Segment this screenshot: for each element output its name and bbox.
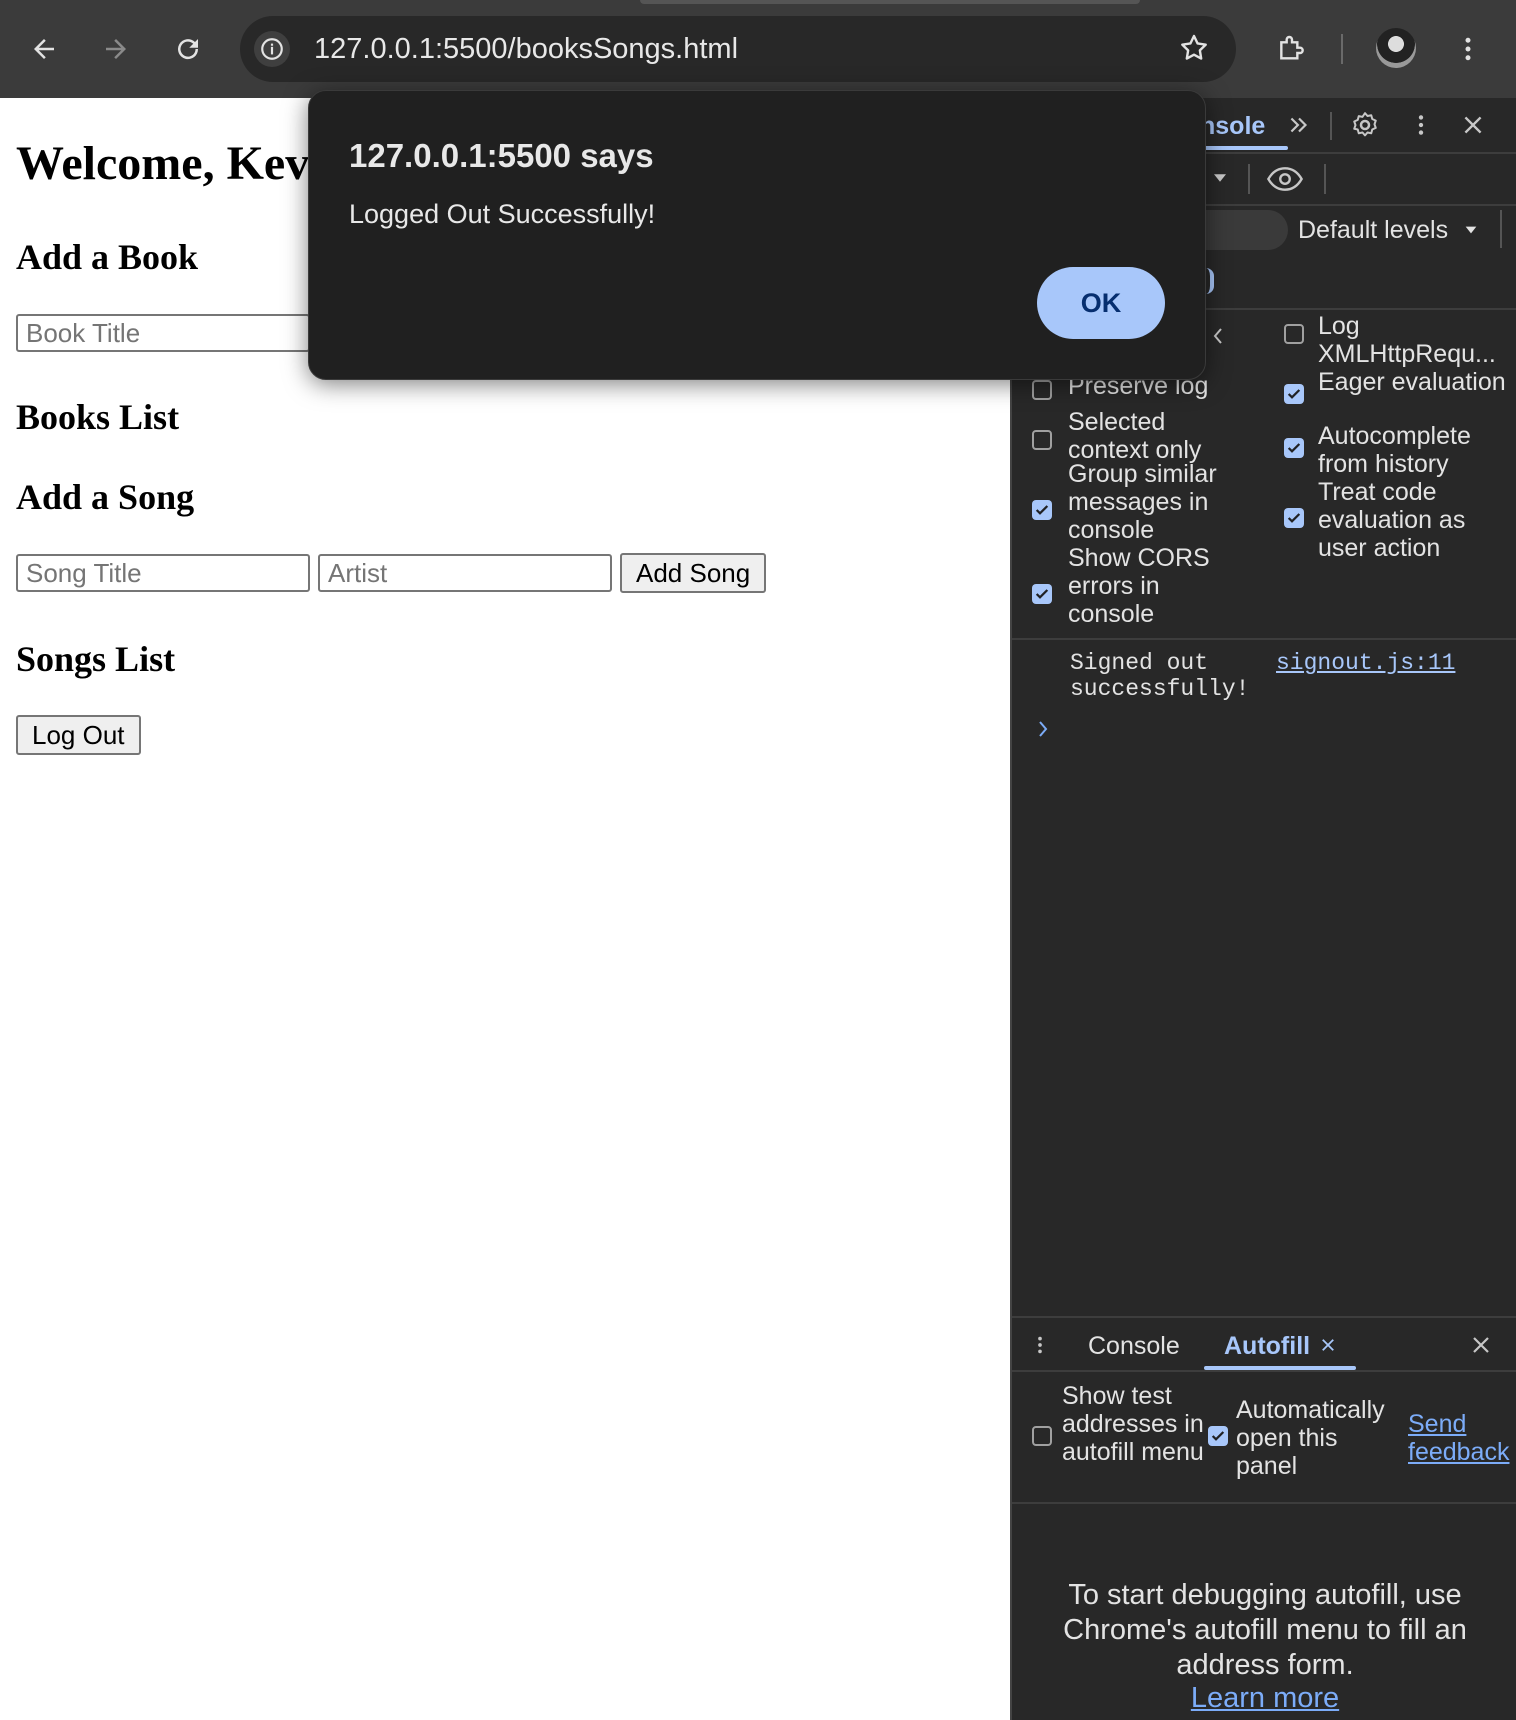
log-xhr-label: Log XMLHttpRequ... xyxy=(1318,312,1496,368)
welcome-heading: Welcome, Kev xyxy=(16,137,310,190)
group-similar-checkbox[interactable] xyxy=(1032,500,1052,520)
auto-open-label: Automatically open this panel xyxy=(1236,1396,1385,1480)
chevron-down-icon xyxy=(1465,226,1477,234)
tabbar-divider xyxy=(1330,112,1332,140)
console-log-source-link[interactable]: signout.js:11 xyxy=(1276,650,1455,676)
chevron-left-icon[interactable] xyxy=(1208,324,1228,348)
toolbar-divider xyxy=(1248,164,1250,194)
reload-icon xyxy=(178,39,199,60)
toolbar-divider xyxy=(1324,164,1326,194)
tab-console[interactable]: nsole xyxy=(1200,112,1265,141)
eager-evaluation-label: Eager evaluation xyxy=(1318,368,1506,396)
close-devtools-icon[interactable] xyxy=(1456,108,1490,142)
add-book-heading: Add a Book xyxy=(16,237,199,277)
cors-errors-checkbox[interactable] xyxy=(1032,584,1052,604)
add-song-button[interactable]: Add Song xyxy=(620,553,767,593)
check-icon xyxy=(1035,589,1049,599)
url-text: 127.0.0.1:5500/booksSongs.html xyxy=(314,33,739,65)
treat-code-label: Treat code evaluation as user action xyxy=(1318,478,1466,562)
selected-context-label: Selected context only xyxy=(1068,408,1202,464)
context-dropdown-icon[interactable] xyxy=(1208,166,1232,190)
eye-icon[interactable] xyxy=(1264,160,1306,198)
check-icon xyxy=(1035,505,1049,515)
check-icon xyxy=(1287,443,1301,453)
console-separator xyxy=(1012,638,1516,640)
puzzle-icon xyxy=(1280,35,1304,60)
close-tab-icon[interactable] xyxy=(1316,1332,1340,1358)
show-test-addresses-label: Show test addresses in autofill menu xyxy=(1062,1382,1204,1466)
chrome-menu-button[interactable] xyxy=(1444,25,1492,73)
back-button[interactable] xyxy=(20,25,68,73)
show-test-addresses-checkbox[interactable] xyxy=(1032,1426,1052,1446)
arrow-right-icon xyxy=(106,39,126,59)
console-prompt-icon[interactable] xyxy=(1036,718,1050,746)
log-xhr-checkbox[interactable] xyxy=(1284,324,1304,344)
filter-divider xyxy=(1500,210,1502,248)
drawer-tabbar: Console Autofill xyxy=(1012,1316,1516,1372)
drawer-tab-autofill[interactable]: Autofill xyxy=(1224,1332,1310,1361)
autofill-empty-message: To start debugging autofill, use Chrome'… xyxy=(1063,1579,1467,1681)
dialog-title: 127.0.0.1:5500 says xyxy=(349,137,654,174)
kebab-menu-icon xyxy=(1465,37,1471,61)
drawer-active-indicator xyxy=(1204,1366,1356,1370)
artist-input[interactable] xyxy=(318,554,612,592)
preserve-log-checkbox[interactable] xyxy=(1032,380,1052,400)
autocomplete-checkbox[interactable] xyxy=(1284,438,1304,458)
eager-evaluation-checkbox[interactable] xyxy=(1284,384,1304,404)
dialog-ok-button[interactable]: OK xyxy=(1037,267,1165,339)
close-drawer-icon[interactable] xyxy=(1466,1330,1496,1360)
selected-context-checkbox[interactable] xyxy=(1032,430,1052,450)
learn-more-link[interactable]: Learn more xyxy=(1012,1682,1516,1715)
check-icon xyxy=(1211,1431,1225,1441)
check-icon xyxy=(1287,389,1301,399)
autofill-separator xyxy=(1012,1502,1516,1504)
arrow-left-icon xyxy=(34,39,54,59)
reload-button[interactable] xyxy=(164,25,212,73)
logout-button[interactable]: Log Out xyxy=(16,715,141,755)
bookmark-star-icon[interactable] xyxy=(1178,32,1210,69)
autocomplete-label: Autocomplete from history xyxy=(1318,422,1471,478)
dialog-message: Logged Out Successfully! xyxy=(349,199,656,229)
send-feedback-link[interactable]: Send feedback xyxy=(1408,1410,1516,1466)
group-similar-label: Group similar messages in console xyxy=(1068,460,1217,544)
songs-list-heading: Songs List xyxy=(16,639,176,679)
song-title-input[interactable] xyxy=(16,554,310,592)
drawer-tab-console[interactable]: Console xyxy=(1088,1332,1180,1361)
browser-toolbar: 127.0.0.1:5500/booksSongs.html xyxy=(0,0,1516,98)
book-title-input[interactable] xyxy=(16,314,310,352)
auto-open-checkbox[interactable] xyxy=(1208,1426,1228,1446)
alert-dialog: 127.0.0.1:5500 says Logged Out Successfu… xyxy=(308,90,1206,380)
profile-avatar[interactable] xyxy=(1376,28,1416,68)
devtools-kebab-icon[interactable] xyxy=(1404,108,1438,142)
log-levels-dropdown[interactable]: Default levels xyxy=(1298,216,1479,245)
console-log-message: Signed out successfully! xyxy=(1070,650,1250,702)
extensions-button[interactable] xyxy=(1268,25,1316,73)
drawer-kebab-icon[interactable] xyxy=(1028,1330,1052,1360)
check-icon xyxy=(1287,513,1301,523)
address-bar[interactable]: 127.0.0.1:5500/booksSongs.html xyxy=(240,16,1236,82)
active-tab-indicator xyxy=(1192,146,1288,150)
site-info-icon[interactable] xyxy=(254,31,290,67)
log-levels-label: Default levels xyxy=(1298,216,1449,244)
treat-code-checkbox[interactable] xyxy=(1284,508,1304,528)
cors-errors-label: Show CORS errors in console xyxy=(1068,544,1210,628)
gear-icon[interactable] xyxy=(1348,108,1382,142)
add-song-heading: Add a Song xyxy=(16,477,195,517)
more-tabs-icon[interactable] xyxy=(1284,110,1314,140)
toolbar-divider xyxy=(1341,34,1343,64)
books-list-heading: Books List xyxy=(16,397,180,437)
tab-strip-edge xyxy=(640,0,1140,4)
forward-button[interactable] xyxy=(92,25,140,73)
